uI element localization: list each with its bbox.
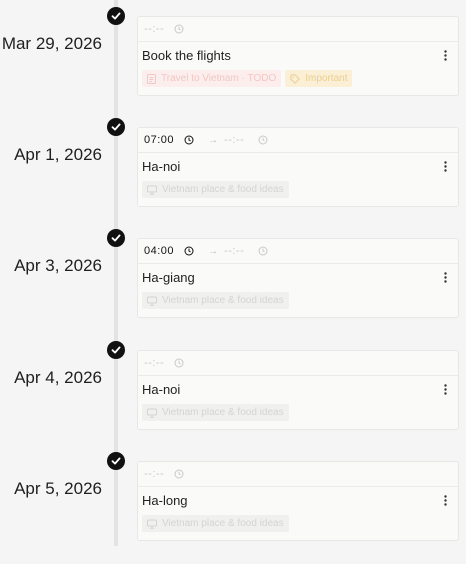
event-title[interactable]: Book the flights [142, 48, 231, 63]
timeline-entry: Apr 4, 2026 --:-- Ha-noi Vietnam place &… [0, 341, 466, 453]
check-icon[interactable] [107, 452, 125, 470]
event-card[interactable]: --:-- Ha-long Vietnam place & food ideas [137, 461, 459, 541]
more-options-icon[interactable] [440, 159, 450, 173]
end-time[interactable]: --:-- [224, 245, 244, 257]
event-title-row: Ha-noi [138, 376, 458, 402]
clock-icon[interactable] [174, 358, 184, 368]
entry-date: Apr 5, 2026 [14, 479, 102, 498]
more-options-icon[interactable] [440, 270, 450, 284]
entry-date: Apr 4, 2026 [14, 368, 102, 387]
timeline-entry: Apr 3, 2026 04:00 → --:-- Ha-giang Vietn… [0, 229, 466, 341]
entry-date: Mar 29, 2026 [1, 34, 102, 53]
time-row: --:-- [138, 17, 458, 42]
clock-icon[interactable] [184, 246, 194, 256]
page-link-tag[interactable]: Vietnam place & food ideas [142, 292, 289, 309]
page-link-tag[interactable]: Vietnam place & food ideas [142, 181, 289, 198]
start-time[interactable]: --:-- [144, 23, 164, 35]
tag-label: Vietnam place & food ideas [162, 407, 284, 418]
timeline-entry: Apr 5, 2026 --:-- Ha-long Vietnam place … [0, 452, 466, 564]
event-title[interactable]: Ha-noi [142, 382, 180, 397]
start-time[interactable]: 07:00 [144, 134, 174, 146]
event-title[interactable]: Ha-long [142, 493, 188, 508]
end-time[interactable]: --:-- [224, 134, 244, 146]
page-link-tag[interactable]: Vietnam place & food ideas [142, 404, 289, 421]
event-title-row: Book the flights [138, 42, 458, 68]
clock-icon[interactable] [174, 469, 184, 479]
tag-label: Vietnam place & food ideas [162, 295, 284, 306]
monitor-icon [147, 408, 157, 418]
tag-label: Travel to Vietnam · TODO [161, 73, 277, 84]
more-options-icon[interactable] [440, 48, 450, 62]
tag-row: Vietnam place & food ideas [138, 404, 458, 421]
check-icon[interactable] [107, 229, 125, 247]
more-options-icon[interactable] [440, 382, 450, 396]
check-icon[interactable] [107, 341, 125, 359]
event-title[interactable]: Ha-giang [142, 270, 195, 285]
time-row: 04:00 → --:-- [138, 239, 458, 264]
arrow-icon: → [208, 245, 219, 257]
start-time[interactable]: --:-- [144, 468, 164, 480]
clock-icon[interactable] [184, 135, 194, 145]
event-title[interactable]: Ha-noi [142, 159, 180, 174]
timeline-entry: Mar 29, 2026 --:-- Book the flights Trav… [0, 7, 466, 119]
monitor-icon [147, 296, 157, 306]
clock-icon[interactable] [258, 135, 268, 145]
page-link-tag[interactable]: Travel to Vietnam · TODO [142, 70, 282, 87]
clock-icon[interactable] [258, 246, 268, 256]
monitor-icon [147, 519, 157, 529]
tag-icon [290, 73, 301, 84]
event-card[interactable]: --:-- Ha-noi Vietnam place & food ideas [137, 350, 459, 430]
event-title-row: Ha-long [138, 487, 458, 513]
entry-date: Apr 1, 2026 [14, 145, 102, 164]
event-card[interactable]: 07:00 → --:-- Ha-noi Vietnam place & foo… [137, 127, 459, 207]
time-row: --:-- [138, 462, 458, 487]
time-row: 07:00 → --:-- [138, 128, 458, 153]
tag-row: Vietnam place & food ideas [138, 181, 458, 198]
timeline-entry: Apr 1, 2026 07:00 → --:-- Ha-noi Vietnam… [0, 118, 466, 230]
tag-label: Important [305, 73, 348, 84]
event-card[interactable]: 04:00 → --:-- Ha-giang Vietnam place & f… [137, 238, 459, 318]
event-card[interactable]: --:-- Book the flights Travel to Vietnam… [137, 16, 459, 96]
monitor-icon [147, 185, 157, 195]
check-icon[interactable] [107, 118, 125, 136]
clock-icon[interactable] [174, 24, 184, 34]
start-time[interactable]: --:-- [144, 357, 164, 369]
entry-date: Apr 3, 2026 [14, 256, 102, 275]
check-icon[interactable] [107, 7, 125, 25]
tag-row: Travel to Vietnam · TODO Important [138, 70, 458, 87]
more-options-icon[interactable] [440, 493, 450, 507]
tag-row: Vietnam place & food ideas [138, 515, 458, 532]
tag-label: Vietnam place & food ideas [162, 184, 284, 195]
arrow-icon: → [208, 134, 219, 146]
doc-icon [147, 73, 156, 84]
time-row: --:-- [138, 351, 458, 376]
page-link-tag[interactable]: Vietnam place & food ideas [142, 515, 289, 532]
event-title-row: Ha-noi [138, 153, 458, 179]
start-time[interactable]: 04:00 [144, 245, 174, 257]
tag-label: Vietnam place & food ideas [162, 518, 284, 529]
event-title-row: Ha-giang [138, 264, 458, 290]
label-tag[interactable]: Important [285, 70, 353, 87]
tag-row: Vietnam place & food ideas [138, 292, 458, 309]
